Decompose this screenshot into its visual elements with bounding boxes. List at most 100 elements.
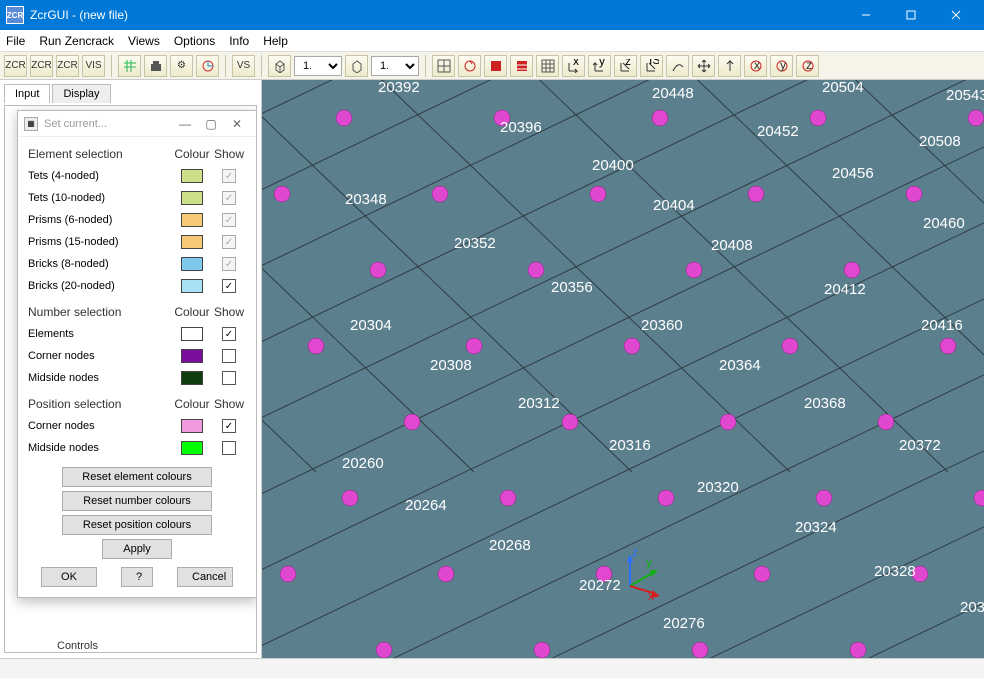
element-show-checkbox[interactable]: ✓ [222, 191, 236, 205]
tool-zcr-1[interactable]: ZCR [4, 55, 27, 77]
element-number-label: 20448 [652, 85, 694, 102]
apply-button[interactable]: Apply [102, 539, 172, 559]
tool-grid2-icon[interactable] [536, 55, 559, 77]
tool-cube-1-icon[interactable] [268, 55, 291, 77]
dialog-close-button[interactable]: ✕ [224, 112, 250, 136]
element-show-checkbox[interactable]: ✓ [222, 257, 236, 271]
tool-axis-z-icon[interactable]: z [614, 55, 637, 77]
number-show-checkbox[interactable] [222, 371, 236, 385]
element-number-label: 20304 [350, 317, 392, 334]
mesh-node [658, 490, 674, 506]
dialog-maximize-button[interactable]: ▢ [198, 112, 224, 136]
element-number-label: 20264 [405, 497, 447, 514]
reset-position-colours-button[interactable]: Reset position colours [62, 515, 212, 535]
tool-mesh-icon[interactable] [432, 55, 455, 77]
element-colour-swatch[interactable] [181, 169, 203, 183]
scale-select-2[interactable]: 1.0 [371, 56, 419, 76]
tool-iso-icon[interactable]: ISO [640, 55, 663, 77]
tool-zcr-2[interactable]: ZCR [30, 55, 53, 77]
tool-grid-icon[interactable] [118, 55, 141, 77]
menu-run-zencrack[interactable]: Run Zencrack [39, 34, 114, 48]
menu-file[interactable]: File [6, 34, 25, 48]
maximize-button[interactable] [888, 0, 933, 30]
element-show-checkbox[interactable]: ✓ [222, 279, 236, 293]
help-button[interactable]: ? [121, 567, 153, 587]
tool-curve-icon[interactable] [666, 55, 689, 77]
axis-triad: z y x [610, 544, 666, 600]
position-show-checkbox[interactable] [222, 441, 236, 455]
element-row: Prisms (15-noded)✓ [28, 231, 246, 253]
mesh-node [280, 566, 296, 582]
dialog-minimize-button[interactable]: — [172, 112, 198, 136]
position-selection-section: Position selection Colour Show Corner no… [28, 397, 246, 459]
tool-move-icon[interactable] [692, 55, 715, 77]
element-show-checkbox[interactable]: ✓ [222, 213, 236, 227]
svg-text:x: x [754, 59, 760, 72]
number-show-checkbox[interactable]: ✓ [222, 327, 236, 341]
reset-element-colours-button[interactable]: Reset element colours [62, 467, 212, 487]
svg-text:z: z [806, 59, 812, 72]
position-col1: Colour [172, 397, 212, 411]
element-number-label: 20276 [663, 615, 705, 632]
mesh-node [720, 414, 736, 430]
menu-info[interactable]: Info [229, 34, 249, 48]
tool-circle-red-icon[interactable] [458, 55, 481, 77]
tab-input[interactable]: Input [4, 84, 50, 103]
number-colour-swatch[interactable] [181, 327, 203, 341]
element-show-checkbox[interactable]: ✓ [222, 169, 236, 183]
number-colour-swatch[interactable] [181, 349, 203, 363]
number-show-checkbox[interactable] [222, 349, 236, 363]
element-colour-swatch[interactable] [181, 235, 203, 249]
minimize-button[interactable] [843, 0, 888, 30]
cancel-button[interactable]: Cancel [177, 567, 233, 587]
tool-vis[interactable]: VIS [82, 55, 105, 77]
tool-square-red-icon[interactable] [484, 55, 507, 77]
element-selection-section: Element selection Colour Show Tets (4-no… [28, 147, 246, 297]
ok-button[interactable]: OK [41, 567, 97, 587]
tool-axis-y-icon[interactable]: y [588, 55, 611, 77]
dialog-bottom-row: OK ? Cancel [28, 567, 246, 587]
position-colour-swatch[interactable] [181, 419, 203, 433]
position-show-checkbox[interactable]: ✓ [222, 419, 236, 433]
mesh-node [376, 642, 392, 658]
reset-number-colours-button[interactable]: Reset number colours [62, 491, 212, 511]
element-row: Bricks (8-noded) ✓ [28, 253, 246, 275]
title-bar: ZCR ZcrGUI - (new file) [0, 0, 984, 30]
triad-x-label: x [648, 589, 654, 600]
tool-vs[interactable]: VS [232, 55, 255, 77]
element-number-label: 20400 [592, 157, 634, 174]
number-colour-swatch[interactable] [181, 371, 203, 385]
mesh-node [370, 262, 386, 278]
position-colour-swatch[interactable] [181, 441, 203, 455]
element-number-label: 20268 [489, 537, 531, 554]
menu-help[interactable]: Help [263, 34, 288, 48]
mesh-node [878, 414, 894, 430]
element-colour-swatch[interactable] [181, 257, 203, 271]
tool-block-icon[interactable] [144, 55, 167, 77]
tool-cube-2-icon[interactable] [345, 55, 368, 77]
element-label: Bricks (8-noded) [28, 258, 172, 270]
tool-axis-x-icon[interactable]: x [562, 55, 585, 77]
tool-up-icon[interactable] [718, 55, 741, 77]
tool-chart-icon[interactable] [196, 55, 219, 77]
close-button[interactable] [933, 0, 978, 30]
menu-views[interactable]: Views [128, 34, 160, 48]
element-show-checkbox[interactable]: ✓ [222, 235, 236, 249]
tool-zcr-3[interactable]: ZCR [56, 55, 79, 77]
element-colour-swatch[interactable] [181, 213, 203, 227]
tree-controls-label: Controls [57, 640, 98, 652]
element-colour-swatch[interactable] [181, 191, 203, 205]
element-sec-head: Element selection [28, 147, 172, 161]
tool-hatch-red-icon[interactable] [510, 55, 533, 77]
tool-gear-icon[interactable]: ⚙ [170, 55, 193, 77]
viewport[interactable]: 2039220448205042054320396204522050820400… [262, 80, 984, 658]
mesh-node [528, 262, 544, 278]
scale-select-1[interactable]: 1.0 [294, 56, 342, 76]
element-colour-swatch[interactable] [181, 279, 203, 293]
tool-rotate-x-icon[interactable]: x [744, 55, 767, 77]
tool-rotate-y-icon[interactable]: y [770, 55, 793, 77]
element-number-label: 20408 [711, 237, 753, 254]
tool-rotate-z-icon[interactable]: z [796, 55, 819, 77]
menu-options[interactable]: Options [174, 34, 215, 48]
tab-display[interactable]: Display [52, 84, 110, 103]
